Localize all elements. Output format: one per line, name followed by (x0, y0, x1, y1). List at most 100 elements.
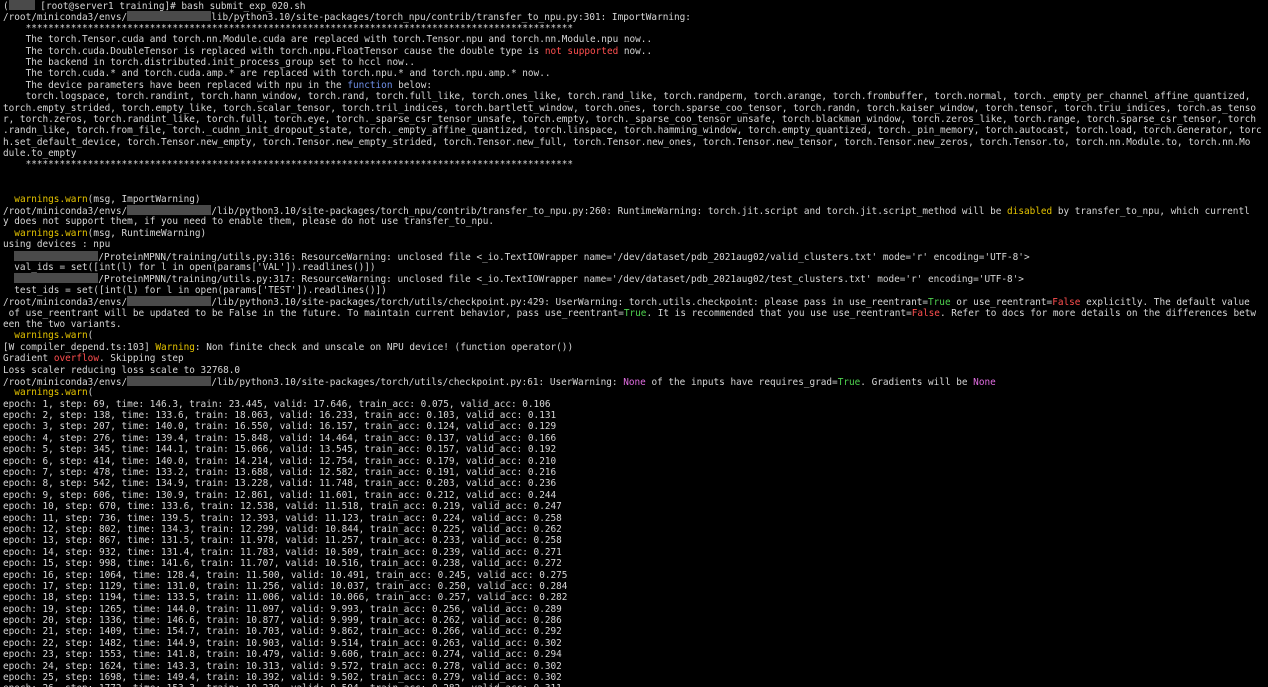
terminal-text: epoch: 20, step: 1336, time: 146.6, trai… (3, 615, 562, 627)
terminal-text: /root/miniconda3/envs/ (3, 376, 128, 388)
terminal-text: Warning (155, 341, 195, 353)
terminal-line: epoch: 10, step: 670, time: 133.6, train… (3, 501, 1268, 512)
terminal-line: epoch: 4, step: 276, time: 139.4, train:… (3, 433, 1268, 444)
terminal-text: now.. (618, 45, 653, 57)
terminal-text: The device parameters have been replaced… (3, 79, 348, 91)
terminal-text: The backend in torch.distributed.init_pr… (3, 56, 416, 68)
terminal-text: /ProteinMPNN/training/utils.py:317: Reso… (98, 274, 1024, 286)
terminal-line: ( [root@server1 training]# bash submit_e… (3, 0, 1268, 12)
terminal-line: The torch.cuda.DoubleTensor is replaced … (3, 46, 1268, 57)
terminal-text: epoch: 14, step: 932, time: 131.4, train… (3, 546, 562, 558)
terminal-line: epoch: 20, step: 1336, time: 146.6, trai… (3, 615, 1268, 626)
terminal-text: /lib/python3.10/site-packages/torch/util… (211, 376, 624, 388)
terminal-text: epoch: 8, step: 542, time: 134.9, train:… (3, 478, 557, 490)
terminal-line: torch.logspace, torch.randint, torch.han… (3, 91, 1268, 102)
terminal-text: epoch: 9, step: 606, time: 130.9, train:… (3, 489, 557, 501)
terminal-text: epoch: 21, step: 1409, time: 154.7, trai… (3, 626, 562, 638)
terminal-line: The torch.cuda.* and torch.cuda.amp.* ar… (3, 68, 1268, 79)
terminal-line: epoch: 7, step: 478, time: 133.2, train:… (3, 467, 1268, 478)
terminal-text: epoch: 2, step: 138, time: 133.6, train:… (3, 410, 557, 422)
terminal-text: The torch.Tensor.cuda and torch.nn.Modul… (3, 34, 653, 46)
terminal-output[interactable]: ( [root@server1 training]# bash submit_e… (0, 0, 1268, 687)
terminal-text: None (973, 376, 996, 388)
terminal-line: /root/miniconda3/envs/ /lib/python3.10/si… (3, 205, 1268, 218)
terminal-line: .randn_like, torch.from_file, torch._cud… (3, 125, 1268, 136)
terminal-line: epoch: 1, step: 69, time: 146.3, train: … (3, 399, 1268, 410)
terminal-text: epoch: 22, step: 1482, time: 144.9, trai… (3, 637, 562, 649)
terminal-line: epoch: 13, step: 867, time: 131.5, train… (3, 535, 1268, 546)
terminal-text: False (1052, 297, 1081, 309)
redacted-block (127, 205, 212, 216)
terminal-text: True (837, 376, 861, 388)
terminal-line: The backend in torch.distributed.init_pr… (3, 57, 1268, 68)
terminal-line: using devices : npu (3, 239, 1268, 250)
terminal-text: explicitly. The default value (1080, 297, 1250, 309)
terminal-text: /root/miniconda3/envs/ (3, 206, 128, 218)
terminal-text: by transfer_to_npu, which currentl (1052, 206, 1250, 218)
terminal-text: /lib/python3.10/site-packages/torch_npu/… (211, 206, 1008, 218)
terminal-text: /lib/python3.10/site-packages/torch/util… (211, 297, 929, 309)
terminal-line: epoch: 9, step: 606, time: 130.9, train:… (3, 490, 1268, 501)
terminal-text: epoch: 24, step: 1624, time: 143.3, trai… (3, 660, 562, 672)
terminal-line: h.set_default_device, torch.Tensor.new_e… (3, 137, 1268, 148)
terminal-text: warnings.warn (14, 330, 88, 342)
terminal-text: epoch: 11, step: 736, time: 139.5, train… (3, 512, 562, 524)
terminal-text: not supported (544, 45, 619, 57)
terminal-line: val_ids = set([int(l) for l in open(para… (3, 262, 1268, 273)
terminal-line: epoch: 12, step: 802, time: 134.3, train… (3, 524, 1268, 535)
terminal-text: test_ids = set([int(l) for l in open(par… (3, 284, 387, 296)
terminal-text: False (911, 307, 940, 319)
terminal-text: r, torch.zeros, torch.randint_like, torc… (3, 113, 1257, 125)
terminal-text: None (623, 376, 646, 388)
terminal-text: h.set_default_device, torch.Tensor.new_e… (3, 136, 1251, 148)
terminal-text: . Skipping step (98, 353, 184, 365)
terminal-line: epoch: 15, step: 998, time: 141.6, train… (3, 558, 1268, 569)
terminal-text: epoch: 23, step: 1553, time: 141.8, trai… (3, 649, 562, 661)
terminal-text: [root@server1 training]# bash submit_exp… (34, 1, 306, 12)
terminal-text: /root/miniconda3/envs/ (3, 297, 128, 309)
terminal-text: The torch.cuda.* and torch.cuda.amp.* ar… (3, 68, 551, 80)
terminal-line: ****************************************… (3, 23, 1268, 34)
terminal-text: overflow (53, 353, 99, 365)
terminal-text: epoch: 7, step: 478, time: 133.2, train:… (3, 467, 557, 479)
terminal-text: torch.empty_strided, torch.empty_like, t… (3, 102, 1257, 114)
terminal-line: epoch: 6, step: 414, time: 140.0, train:… (3, 456, 1268, 467)
redacted-block (127, 296, 212, 307)
terminal-text: lib/python3.10/site-packages/torch_npu/c… (211, 12, 691, 24)
terminal-text: . It is recommended that you use use_ree… (646, 307, 912, 319)
terminal-line: een the two variants. (3, 319, 1268, 330)
terminal-text: epoch: 5, step: 345, time: 144.1, train:… (3, 444, 557, 456)
terminal-text: dule.to_empty (3, 148, 77, 160)
terminal-line: warnings.warn( (3, 387, 1268, 398)
terminal-text: True (623, 307, 647, 319)
terminal-text: . Refer to docs for more details on the … (939, 307, 1257, 319)
terminal-text: warnings.warn (14, 387, 88, 399)
terminal-text: torch.logspace, torch.randint, torch.han… (3, 91, 1251, 103)
terminal-text: epoch: 4, step: 276, time: 139.4, train:… (3, 432, 557, 444)
terminal-text: below: (392, 79, 432, 91)
terminal-text: : Non finite check and unscale on NPU de… (194, 341, 574, 353)
terminal-text: epoch: 1, step: 69, time: 146.3, train: … (3, 398, 551, 410)
redacted-block (14, 250, 99, 261)
terminal-text: epoch: 10, step: 670, time: 133.6, train… (3, 501, 562, 513)
terminal-line: epoch: 5, step: 345, time: 144.1, train:… (3, 444, 1268, 455)
terminal-text: ****************************************… (3, 159, 574, 171)
terminal-line: dule.to_empty (3, 148, 1268, 159)
terminal-text: epoch: 15, step: 998, time: 141.6, train… (3, 558, 562, 570)
terminal-line: epoch: 17, step: 1129, time: 131.0, trai… (3, 581, 1268, 592)
terminal-text: .randn_like, torch.from_file, torch._cud… (3, 125, 1262, 137)
terminal-text: epoch: 16, step: 1064, time: 128.4, trai… (3, 569, 568, 581)
terminal-text: ( (87, 330, 94, 342)
terminal-line: warnings.warn( (3, 330, 1268, 341)
terminal-text: val_ids = set([int(l) for l in open(para… (3, 261, 376, 273)
terminal-text: The torch.cuda.DoubleTensor is replaced … (3, 45, 545, 57)
terminal-text: een the two variants. (3, 318, 122, 330)
terminal-text: epoch: 18, step: 1194, time: 133.5, trai… (3, 592, 568, 604)
terminal-text: /ProteinMPNN/training/utils.py:316: Reso… (98, 251, 1030, 263)
terminal-text: epoch: 17, step: 1129, time: 131.0, trai… (3, 580, 568, 592)
terminal-text: epoch: 12, step: 802, time: 134.3, train… (3, 523, 562, 535)
terminal-line: r, torch.zeros, torch.randint_like, torc… (3, 114, 1268, 125)
terminal-text: using devices : npu (3, 239, 111, 251)
